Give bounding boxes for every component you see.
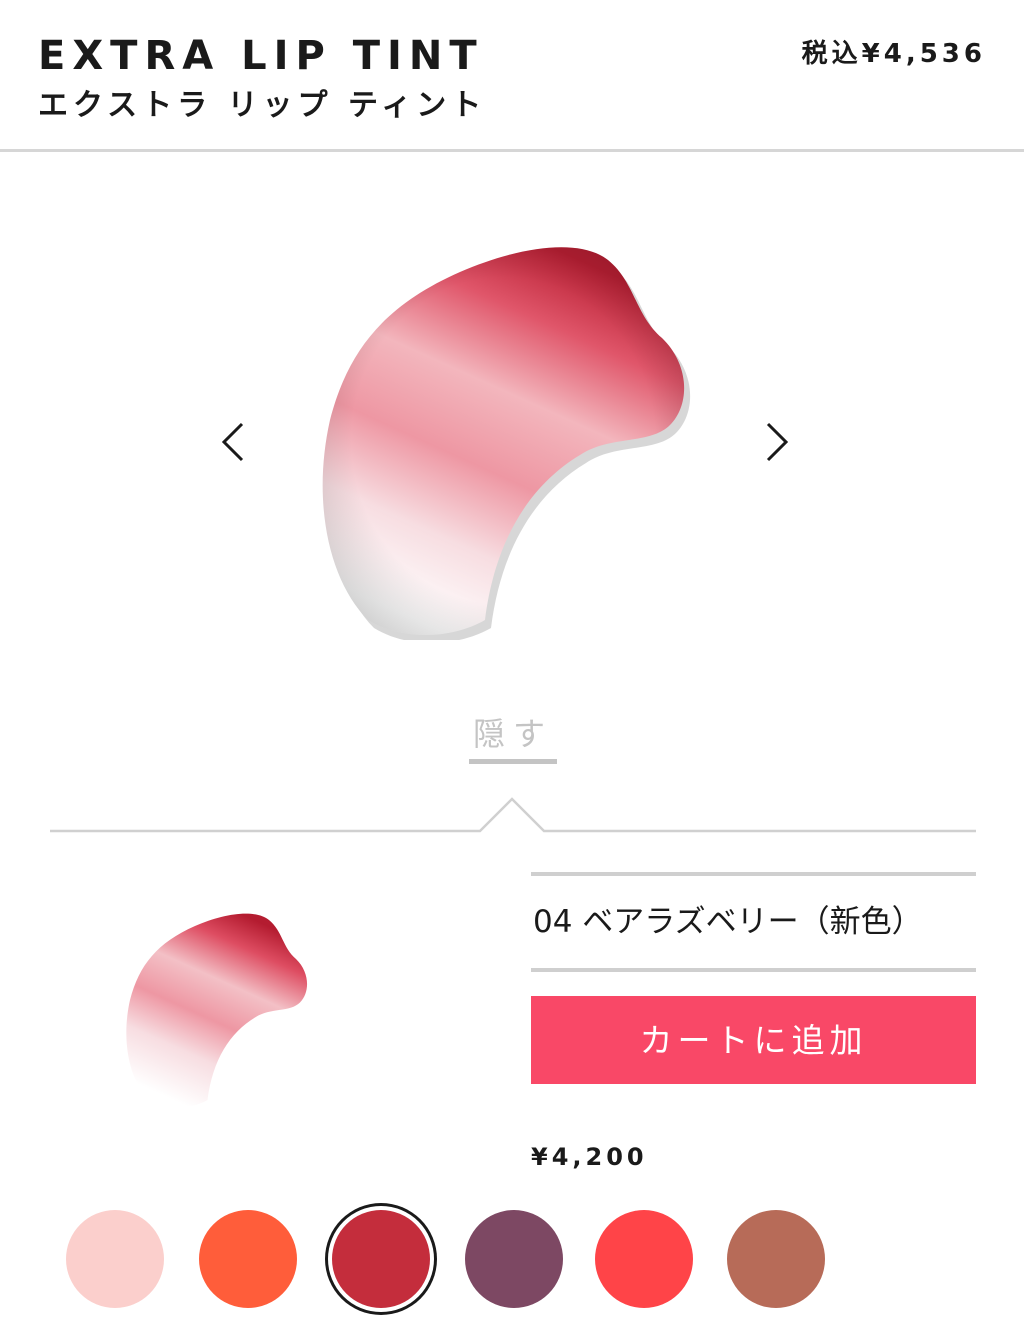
chevron-left-icon[interactable]: [214, 412, 254, 472]
shade-name: 04 ベアラズベリー（新色）: [533, 904, 923, 940]
color-swatch[interactable]: [199, 1210, 297, 1308]
color-swatch[interactable]: [465, 1210, 563, 1308]
lip-tint-swatch-image: [322, 247, 691, 640]
product-price: ¥4,200: [531, 1143, 648, 1171]
chevron-right-icon[interactable]: [756, 412, 796, 472]
color-swatch[interactable]: [727, 1210, 825, 1308]
lip-tint-swatch-thumbnail: [126, 913, 308, 1108]
product-title-ja: エクストラ リップ ティント: [38, 88, 487, 123]
product-title-en: EXTRA LIP TINT: [38, 33, 484, 79]
shade-selector[interactable]: 04 ベアラズベリー（新色）: [531, 872, 976, 972]
product-header: EXTRA LIP TINT エクストラ リップ ティント 税込¥4,536: [0, 0, 1024, 152]
color-swatch-list: [66, 1210, 966, 1310]
add-to-cart-button[interactable]: カートに追加: [531, 996, 976, 1084]
price-tax-included: 税込¥4,536: [801, 39, 986, 69]
color-swatch[interactable]: [66, 1210, 164, 1308]
hide-toggle-link[interactable]: 隠す: [469, 712, 557, 764]
section-divider: [50, 797, 976, 833]
color-swatch[interactable]: [595, 1210, 693, 1308]
color-swatch-selected[interactable]: [332, 1210, 430, 1308]
